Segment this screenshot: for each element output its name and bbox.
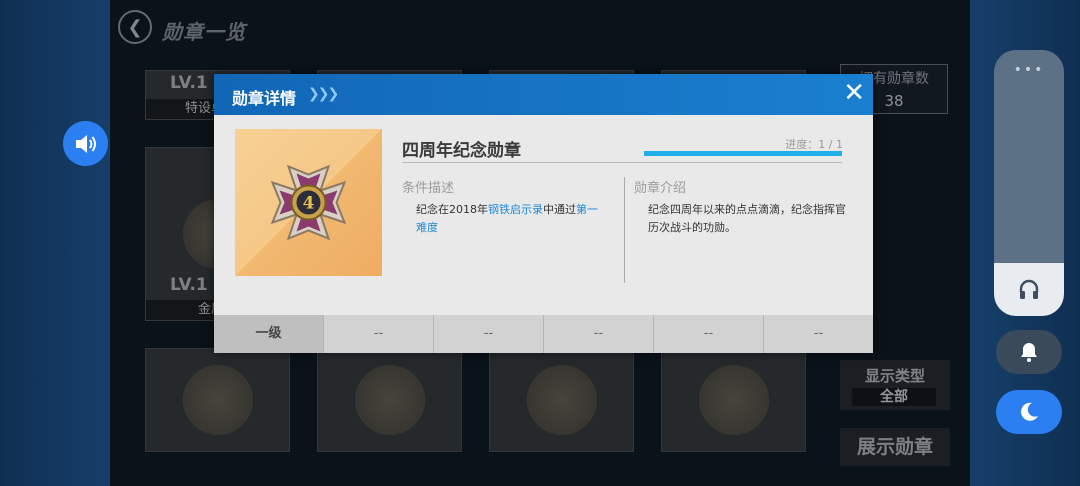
progress-label: 进度：1 / 1	[785, 138, 843, 151]
left-background	[0, 0, 110, 486]
condition-mid: 中通过	[543, 203, 576, 216]
night-mode-button[interactable]	[996, 390, 1062, 434]
medal-name: 四周年纪念勋章	[402, 141, 521, 161]
progress-bar	[644, 151, 842, 156]
condition-link[interactable]: 钢铁启示录	[488, 203, 543, 216]
dialog-header: 勋章详情 ❯❯❯ ✕	[214, 74, 873, 115]
moon-icon	[1021, 402, 1038, 421]
intro-heading: 勋章介绍	[634, 181, 687, 196]
tier-tab[interactable]: --	[764, 315, 873, 353]
side-control-panel: •••	[994, 50, 1064, 316]
medal-number: 4	[303, 194, 315, 214]
tier-tabs: 一级 -- -- -- -- --	[214, 315, 873, 353]
more-icon[interactable]: •••	[994, 62, 1064, 78]
tier-tab[interactable]: --	[654, 315, 764, 353]
tier-tab[interactable]: 一级	[214, 315, 324, 353]
speaker-icon	[75, 134, 96, 153]
medal-cross-icon: 4	[235, 129, 382, 276]
tier-tab[interactable]: --	[324, 315, 434, 353]
bell-button[interactable]	[996, 330, 1062, 374]
intro-text: 纪念四周年以来的点点滴滴，纪念指挥官历次战斗的功勋。	[648, 203, 846, 234]
headset-icon[interactable]	[1017, 278, 1041, 302]
dialog-title: 勋章详情	[232, 89, 297, 108]
section-divider	[624, 177, 625, 283]
tier-tab[interactable]: --	[544, 315, 654, 353]
close-icon[interactable]: ✕	[843, 80, 865, 106]
chevrons-icon: ❯❯❯	[308, 86, 339, 102]
medal-detail-dialog: 勋章详情 ❯❯❯ ✕ 4 四周年纪念勋章 进度：1 / 1 条件描述 纪念在20…	[214, 74, 873, 353]
divider	[402, 162, 842, 163]
condition-pre: 纪念在2018年	[416, 203, 488, 216]
tier-tab[interactable]: --	[434, 315, 544, 353]
volume-button[interactable]	[63, 121, 108, 166]
progress-fill	[644, 151, 842, 156]
medal-image: 4	[235, 129, 382, 276]
condition-heading: 条件描述	[402, 181, 455, 196]
bell-icon	[1021, 343, 1037, 362]
condition-text: 纪念在2018年钢铁启示录中通过第一难度	[416, 201, 608, 237]
